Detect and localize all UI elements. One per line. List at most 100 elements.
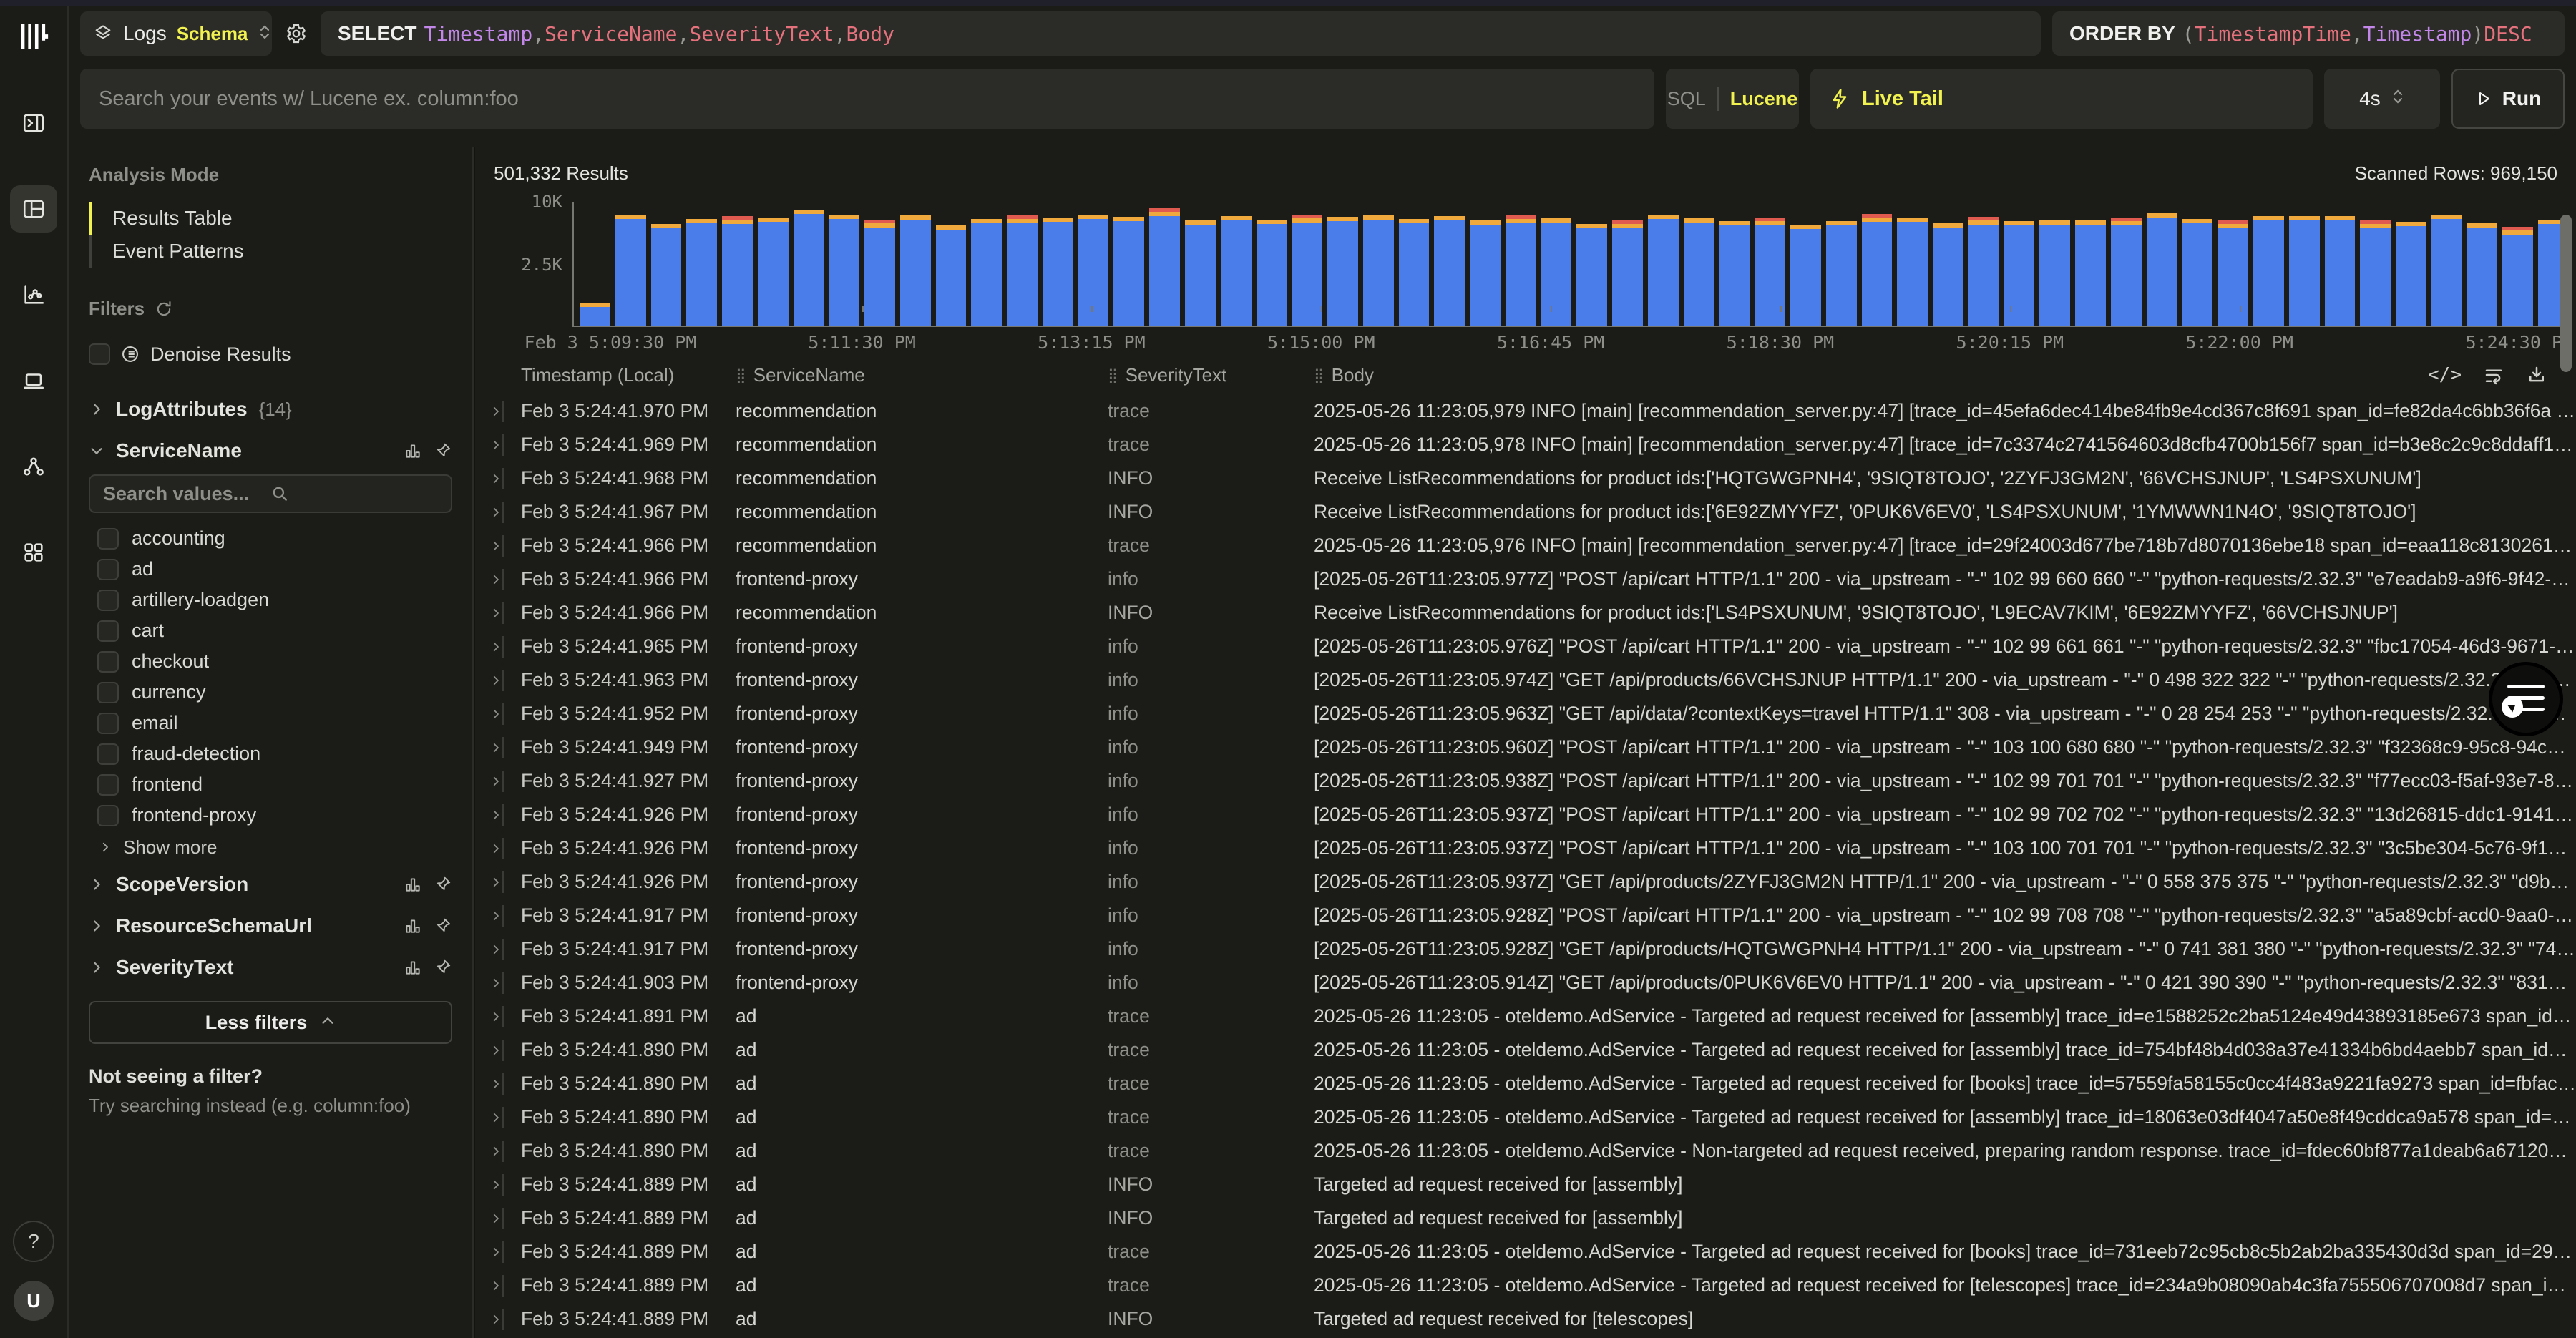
dashboards-nav-icon[interactable] <box>10 529 57 576</box>
histogram-bar[interactable] <box>2004 221 2035 326</box>
source-selector[interactable]: Logs Schema <box>80 11 272 56</box>
table-row[interactable]: Feb 3 5:24:41.890 PM ad trace 2025-05-26… <box>475 1033 2576 1067</box>
filter-group-servicename[interactable]: ServiceName <box>89 430 452 472</box>
table-row[interactable]: Feb 3 5:24:41.890 PM ad trace 2025-05-26… <box>475 1067 2576 1100</box>
mode-event-patterns[interactable]: Event Patterns <box>89 235 452 268</box>
histogram-bar[interactable] <box>2431 215 2462 326</box>
histogram-bar[interactable] <box>2289 216 2320 326</box>
expand-row-icon[interactable] <box>475 505 502 519</box>
filter-value-row[interactable]: cart <box>97 615 452 646</box>
histogram-bar[interactable] <box>1221 216 1252 326</box>
histogram-bar[interactable] <box>1149 208 1180 326</box>
expand-row-icon[interactable] <box>475 841 502 856</box>
histogram-bar[interactable] <box>794 210 824 326</box>
table-row[interactable]: Feb 3 5:24:41.917 PM frontend-proxy info… <box>475 932 2576 966</box>
expand-row-icon[interactable] <box>475 472 502 486</box>
help-button[interactable]: ? <box>13 1221 54 1262</box>
histogram-bar[interactable] <box>2396 222 2426 326</box>
histogram-bar[interactable] <box>1292 215 1322 326</box>
filter-group-scopeversion[interactable]: ScopeVersion <box>89 864 452 905</box>
table-row[interactable]: Feb 3 5:24:41.890 PM ad trace 2025-05-26… <box>475 1134 2576 1168</box>
histogram-bar[interactable] <box>758 218 789 326</box>
table-row[interactable]: Feb 3 5:24:41.891 PM ad trace 2025-05-26… <box>475 1000 2576 1033</box>
filter-value-row[interactable]: frontend-proxy <box>97 800 452 831</box>
expand-row-icon[interactable] <box>475 976 502 990</box>
live-tail-button[interactable]: Live Tail <box>1810 69 2313 129</box>
filter-group-resourceschemaurl[interactable]: ResourceSchemaUrl <box>89 905 452 947</box>
checkbox[interactable] <box>97 743 119 765</box>
expand-row-icon[interactable] <box>475 942 502 957</box>
histogram-bar[interactable] <box>829 215 859 326</box>
column-header-body[interactable]: ⣿Body <box>1314 364 2428 386</box>
table-row[interactable]: Feb 3 5:24:41.917 PM frontend-proxy info… <box>475 899 2576 932</box>
table-row[interactable]: Feb 3 5:24:41.889 PM ad trace 2025-05-26… <box>475 1269 2576 1302</box>
sessions-nav-icon[interactable] <box>10 357 57 404</box>
histogram-bar[interactable] <box>1043 218 1073 326</box>
histogram-bar[interactable] <box>651 224 682 326</box>
histogram-bar[interactable] <box>2502 227 2533 326</box>
checkbox[interactable] <box>97 713 119 734</box>
histogram-bar[interactable] <box>1684 218 1714 326</box>
histogram-bar[interactable] <box>1007 215 1038 326</box>
orderby-bar[interactable]: ORDER BY(TimestampTime, Timestamp) DESC <box>2052 11 2565 56</box>
histogram-bar[interactable] <box>2182 219 2212 326</box>
histogram-bar[interactable] <box>1185 220 1216 326</box>
table-row[interactable]: Feb 3 5:24:41.927 PM frontend-proxy info… <box>475 764 2576 798</box>
table-row[interactable]: Feb 3 5:24:41.926 PM frontend-proxy info… <box>475 865 2576 899</box>
filter-value-row[interactable]: email <box>97 708 452 738</box>
wrap-lines-icon[interactable] <box>2483 364 2504 386</box>
expand-row-icon[interactable] <box>475 707 502 721</box>
filter-value-search-input[interactable]: Search values... <box>89 474 452 513</box>
histogram-bar[interactable] <box>2325 216 2356 326</box>
table-scrollbar[interactable] <box>2560 215 2572 372</box>
code-view-icon[interactable]: </> <box>2428 364 2462 386</box>
table-row[interactable]: Feb 3 5:24:41.926 PM frontend-proxy info… <box>475 831 2576 865</box>
histogram-bar[interactable] <box>1113 217 1144 326</box>
filter-group-logattributes[interactable]: LogAttributes {14} <box>89 389 452 430</box>
expand-row-icon[interactable] <box>475 875 502 889</box>
chart-filter-icon[interactable] <box>404 958 422 977</box>
search-input[interactable]: Search your events w/ Lucene ex. column:… <box>80 69 1654 129</box>
filter-value-row[interactable]: accounting <box>97 523 452 554</box>
histogram-bar[interactable] <box>1257 220 1287 326</box>
refresh-interval-select[interactable]: 4s <box>2324 69 2440 129</box>
expand-row-icon[interactable] <box>475 673 502 688</box>
histogram-bar[interactable] <box>1470 220 1501 326</box>
table-row[interactable]: Feb 3 5:24:41.966 PM recommendation trac… <box>475 529 2576 562</box>
expand-row-icon[interactable] <box>475 1279 502 1293</box>
table-row[interactable]: Feb 3 5:24:41.903 PM frontend-proxy info… <box>475 966 2576 1000</box>
services-nav-icon[interactable] <box>10 443 57 490</box>
filter-value-row[interactable]: currency <box>97 677 452 708</box>
less-filters-button[interactable]: Less filters <box>89 1001 452 1044</box>
filter-value-row[interactable]: checkout <box>97 646 452 677</box>
histogram-bar[interactable] <box>686 219 717 326</box>
expand-row-icon[interactable] <box>475 774 502 788</box>
expand-row-icon[interactable] <box>475 909 502 923</box>
expand-row-icon[interactable] <box>475 1010 502 1024</box>
refresh-filters-icon[interactable] <box>155 300 173 318</box>
column-header-severitytext[interactable]: ⣿SeverityText <box>1108 364 1314 386</box>
pin-icon[interactable] <box>434 917 452 935</box>
histogram-bar[interactable] <box>2111 218 2142 326</box>
column-header-servicename[interactable]: ⣿ServiceName <box>736 364 1108 386</box>
table-row[interactable]: Feb 3 5:24:41.889 PM ad INFO Targeted ad… <box>475 1168 2576 1201</box>
denoise-results-toggle[interactable]: Denoise Results <box>89 338 452 370</box>
histogram-bar[interactable] <box>722 216 753 326</box>
histogram-bar[interactable] <box>1327 217 1358 326</box>
filter-value-row[interactable]: frontend <box>97 769 452 800</box>
checkbox[interactable] <box>97 559 119 580</box>
source-settings-button[interactable] <box>283 11 309 56</box>
histogram-bar[interactable] <box>2467 223 2498 326</box>
histogram-bar[interactable] <box>1506 215 1536 326</box>
table-row[interactable]: Feb 3 5:24:41.949 PM frontend-proxy info… <box>475 731 2576 764</box>
lucene-toggle[interactable]: Lucene <box>1730 88 1798 110</box>
checkbox[interactable] <box>97 528 119 550</box>
search-nav-icon[interactable] <box>10 99 57 147</box>
histogram-bar[interactable] <box>1719 221 1750 326</box>
table-row[interactable]: Feb 3 5:24:41.889 PM ad INFO Targeted ad… <box>475 1201 2576 1235</box>
table-row[interactable]: Feb 3 5:24:41.952 PM frontend-proxy info… <box>475 697 2576 731</box>
table-row[interactable]: Feb 3 5:24:41.965 PM frontend-proxy info… <box>475 630 2576 663</box>
histogram-bar[interactable] <box>1648 215 1679 326</box>
table-row[interactable]: Feb 3 5:24:41.889 PM ad INFO Targeted ad… <box>475 1302 2576 1336</box>
table-row[interactable]: Feb 3 5:24:41.963 PM frontend-proxy info… <box>475 663 2576 697</box>
